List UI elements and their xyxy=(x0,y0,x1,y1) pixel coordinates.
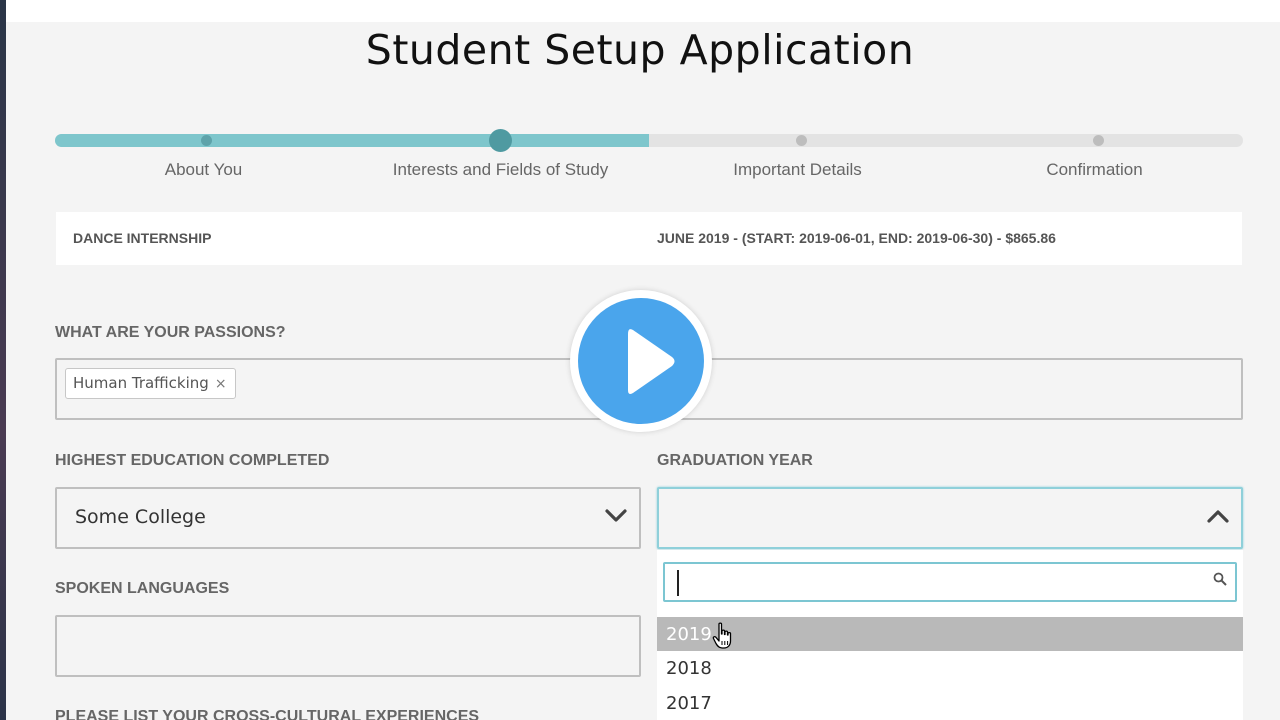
education-select[interactable]: Some College xyxy=(55,487,641,549)
chevron-down-icon xyxy=(605,509,627,522)
chevron-up-icon xyxy=(1207,510,1229,523)
progress-track xyxy=(55,134,1243,147)
graduation-label: GRADUATION YEAR xyxy=(657,452,813,469)
step-label-confirmation[interactable]: Confirmation xyxy=(946,160,1243,180)
progress-fill xyxy=(55,134,649,147)
step-label-interests[interactable]: Interests and Fields of Study xyxy=(352,160,649,180)
program-summary-card: DANCE INTERNSHIP JUNE 2019 - (START: 201… xyxy=(56,212,1242,265)
dropdown-option-2019[interactable]: 2019 xyxy=(657,617,1243,651)
languages-input[interactable] xyxy=(55,615,641,677)
text-caret xyxy=(677,570,679,596)
graduation-select[interactable] xyxy=(657,487,1243,549)
graduation-dropdown: 2019 2018 2017 xyxy=(657,550,1243,720)
passions-label: WHAT ARE YOUR PASSIONS? xyxy=(55,324,286,341)
step-label-important-details[interactable]: Important Details xyxy=(649,160,946,180)
hand-pointer-icon xyxy=(712,622,732,649)
dropdown-option-2018[interactable]: 2018 xyxy=(657,651,1243,685)
dropdown-option-2017[interactable]: 2017 xyxy=(657,686,1243,720)
cross-cultural-label: PLEASE LIST YOUR CROSS-CULTURAL EXPERIEN… xyxy=(55,708,480,720)
dropdown-search-input[interactable] xyxy=(663,562,1237,602)
step-dot-about-you[interactable] xyxy=(201,135,212,146)
step-dot-confirmation[interactable] xyxy=(1093,135,1104,146)
search-icon xyxy=(1213,572,1227,586)
step-dot-interests[interactable] xyxy=(489,129,512,152)
languages-label: SPOKEN LANGUAGES xyxy=(55,580,230,597)
program-session: JUNE 2019 - (START: 2019-06-01, END: 201… xyxy=(657,230,1056,246)
passion-tag-text: Human Trafficking xyxy=(73,374,209,392)
education-label: HIGHEST EDUCATION COMPLETED xyxy=(55,452,330,469)
play-icon xyxy=(628,329,675,394)
play-button[interactable] xyxy=(570,290,712,432)
education-select-value: Some College xyxy=(75,506,206,528)
step-dot-important-details[interactable] xyxy=(796,135,807,146)
close-icon[interactable]: × xyxy=(215,376,227,392)
program-name: DANCE INTERNSHIP xyxy=(73,230,212,246)
passion-tag: Human Trafficking × xyxy=(65,368,236,399)
step-label-about-you[interactable]: About You xyxy=(55,160,352,180)
page-title: Student Setup Application xyxy=(365,26,915,74)
play-button-fill xyxy=(578,298,704,424)
